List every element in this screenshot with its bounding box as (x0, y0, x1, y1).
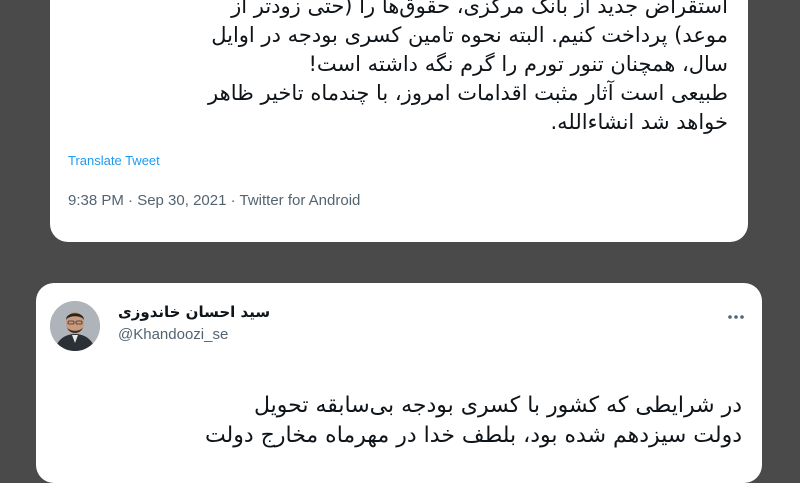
translate-tweet-link[interactable]: Translate Tweet (68, 153, 160, 168)
tweet-line: طبیعی است آثار مثبت اقدامات امروز، با چن… (208, 81, 728, 105)
tweet-card-1: استقراض جدید از بانک مرکزی، حقوق‌ها را (… (50, 0, 748, 242)
tweet-line: دولت سیزدهم شده بود، بلطف خدا در مهرماه … (204, 423, 742, 448)
tweet-text: در شرایطی که کشور با کسری بودجه بی‌سابقه… (205, 391, 742, 451)
avatar-photo-icon (50, 301, 100, 351)
display-name[interactable]: سید احسان خاندوزی (118, 303, 270, 321)
tweet-line: استقراض جدید از بانک مرکزی، حقوق‌ها را (… (231, 0, 728, 18)
tweet-line: موعد) پرداخت کنیم. البته نحوه تامین کسری… (211, 23, 728, 47)
avatar[interactable] (50, 301, 100, 351)
tweet-timestamp[interactable]: 9:38 PM · Sep 30, 2021 · Twitter for And… (68, 192, 360, 209)
tweet-card-2: سید احسان خاندوزی @Khandoozi_se در شرایط… (36, 283, 762, 483)
tweet-line: سال، همچنان تنور تورم را گرم نگه داشته ا… (308, 52, 728, 76)
user-handle[interactable]: @Khandoozi_se (118, 326, 228, 343)
tweet-line: خواهد شد انشاءالله. (550, 110, 728, 134)
ellipsis-icon (728, 315, 744, 319)
more-options-button[interactable] (724, 307, 748, 327)
tweet-text: استقراض جدید از بانک مرکزی، حقوق‌ها را (… (208, 0, 728, 137)
tweet-line: در شرایطی که کشور با کسری بودجه بی‌سابقه… (254, 393, 742, 418)
